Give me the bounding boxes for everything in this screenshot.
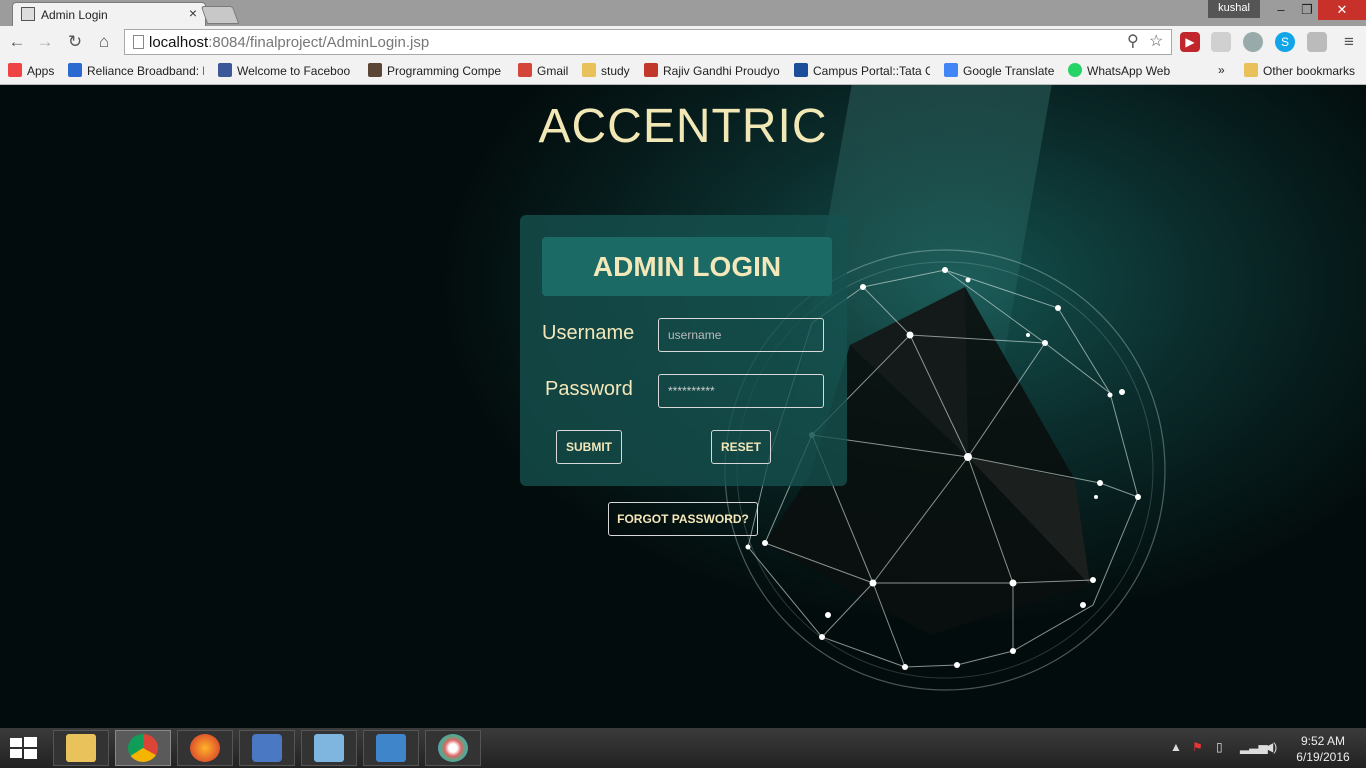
extension-sphere-icon[interactable] [1243, 32, 1263, 52]
clock-date: 6/19/2016 [1296, 750, 1350, 764]
windows-start-icon[interactable] [10, 736, 38, 760]
reset-button[interactable]: RESET [711, 430, 771, 464]
volume-icon[interactable]: ◀) [1264, 740, 1277, 754]
back-arrow-icon[interactable]: ← [6, 31, 28, 53]
login-heading: ADMIN LOGIN [592, 251, 782, 282]
action-center-flag-icon[interactable]: ⚑ [1192, 740, 1203, 754]
chrome-menu-icon[interactable]: ≡ [1338, 31, 1360, 53]
page-info-icon[interactable] [133, 35, 144, 49]
bookmark-tata[interactable]: Campus Portal::Tata C [794, 63, 930, 78]
url-text: localhost:8084/finalproject/AdminLogin.j… [149, 34, 430, 51]
show-hidden-icons-icon[interactable]: ▲ [1170, 740, 1182, 754]
admin-login-form: ADMIN LOGIN Username Password SUBMIT RES… [520, 215, 847, 486]
browser-toolbar: ← → ↻ ⌂ localhost:8084/finalproject/Admi… [0, 26, 1366, 58]
bookmark-apps[interactable]: Apps [8, 63, 60, 78]
other-bookmarks-folder[interactable]: Other bookmarks [1244, 63, 1362, 78]
remote-desktop-icon[interactable] [363, 730, 419, 766]
bookmark-codechef[interactable]: Programming Compe [368, 63, 502, 78]
password-input[interactable] [658, 374, 824, 408]
tab-admin-login[interactable]: Admin Login × [12, 2, 206, 26]
new-tab-button[interactable] [200, 6, 240, 24]
bookmark-google-translate[interactable]: Google Translate [944, 63, 1056, 78]
taskbar-clock[interactable]: 9:52 AM 6/19/2016 [1288, 733, 1358, 765]
forgot-password-button[interactable]: FORGOT PASSWORD? [608, 502, 758, 536]
whatsapp-icon [1068, 63, 1082, 77]
zoom-magnifier-icon[interactable]: ⚲ [1127, 31, 1139, 51]
address-bar[interactable]: localhost:8084/finalproject/AdminLogin.j… [124, 29, 1172, 55]
extension-box-icon[interactable] [1211, 32, 1231, 52]
reload-icon[interactable]: ↻ [64, 31, 86, 53]
chrome-icon[interactable] [115, 730, 171, 766]
folder-icon [582, 63, 596, 77]
tata-icon [794, 63, 808, 77]
rgpv-icon [644, 63, 658, 77]
bookmark-whatsapp[interactable]: WhatsApp Web [1068, 63, 1172, 78]
bookmark-study[interactable]: study [582, 63, 634, 78]
page-favicon-icon [21, 7, 35, 21]
restore-window-button[interactable]: ❐ [1294, 0, 1320, 20]
bookmark-reliance[interactable]: Reliance Broadband: L [68, 63, 204, 78]
bookmarks-overflow-button[interactable]: » [1218, 63, 1232, 77]
tab-title: Admin Login [41, 8, 108, 22]
bookmarks-bar: Apps Reliance Broadband: L Welcome to Fa… [0, 58, 1366, 85]
bookmark-rgpv[interactable]: Rajiv Gandhi Proudyo [644, 63, 780, 78]
forward-arrow-icon[interactable]: → [34, 31, 56, 53]
close-window-button[interactable]: ✕ [1318, 0, 1366, 20]
password-label: Password [545, 378, 633, 400]
facebook-icon [218, 63, 232, 77]
profile-button[interactable]: kushal [1208, 0, 1260, 18]
tab-close-icon[interactable]: × [189, 5, 197, 21]
notepad-icon[interactable] [301, 730, 357, 766]
bookmark-star-icon[interactable]: ☆ [1149, 31, 1163, 51]
skype-icon[interactable]: S [1275, 32, 1295, 52]
apps-grid-icon [8, 63, 22, 77]
username-input[interactable] [658, 318, 824, 352]
site-title: ACCENTRIC [538, 100, 828, 153]
extension-eye-icon[interactable] [1307, 32, 1327, 52]
browser-tab-strip: Admin Login × kushal – ❐ ✕ [0, 0, 1366, 26]
folder-icon [1244, 63, 1258, 77]
power-plug-icon[interactable]: ▯ [1216, 740, 1223, 754]
google-translate-icon [944, 63, 958, 77]
minimize-window-button[interactable]: – [1268, 0, 1294, 20]
username-label: Username [542, 322, 635, 344]
firefox-icon[interactable] [177, 730, 233, 766]
virtualbox-icon[interactable] [239, 730, 295, 766]
reliance-icon [68, 63, 82, 77]
page-content: ACCENTRIC ADMIN LOGIN Username Password … [0, 85, 1366, 728]
submit-button[interactable]: SUBMIT [556, 430, 622, 464]
codechef-icon [368, 63, 382, 77]
gmail-icon [518, 63, 532, 77]
bookmark-facebook[interactable]: Welcome to Faceboo [218, 63, 354, 78]
paint-icon[interactable] [425, 730, 481, 766]
windows-taskbar: ▲ ⚑ ▯ ▂▃▅ ◀) 9:52 AM 6/19/2016 [0, 728, 1366, 768]
file-explorer-icon[interactable] [53, 730, 109, 766]
login-header: ADMIN LOGIN [542, 237, 832, 296]
clock-time: 9:52 AM [1300, 734, 1346, 748]
bookmark-gmail[interactable]: Gmail [518, 63, 574, 78]
extension-red-icon[interactable]: ▶ [1180, 32, 1200, 52]
home-icon[interactable]: ⌂ [93, 31, 115, 53]
